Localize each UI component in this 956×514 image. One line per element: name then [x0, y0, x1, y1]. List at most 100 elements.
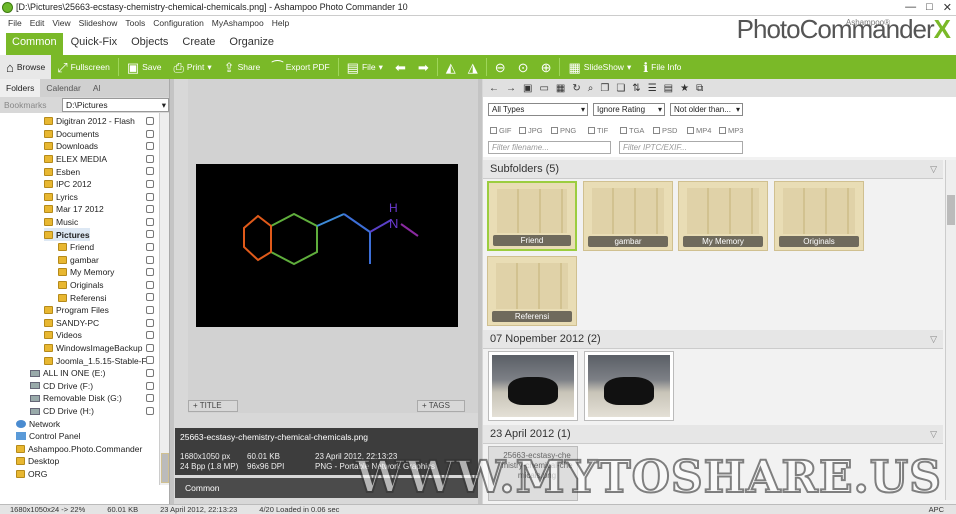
- refresh-icon[interactable]: ↻: [572, 83, 580, 94]
- menu-configuration[interactable]: Configuration: [153, 16, 204, 30]
- photo-thumbnail[interactable]: [584, 351, 674, 421]
- tree-item[interactable]: Removable Disk (G:): [30, 392, 122, 405]
- type-filter-select[interactable]: All Types: [488, 103, 588, 116]
- rating-filter-select[interactable]: Ignore Rating: [593, 103, 665, 116]
- tree-item[interactable]: gambar: [58, 254, 99, 267]
- thumbnail-icon[interactable]: ▭: [539, 83, 548, 94]
- tab-folders[interactable]: Folders: [0, 79, 41, 97]
- search-icon[interactable]: ⌕: [588, 83, 594, 94]
- fullscreen-button[interactable]: ⤢ Fullscreen: [51, 55, 116, 79]
- subfolder-originals[interactable]: Originals: [774, 181, 864, 251]
- tree-checkbox[interactable]: [146, 255, 154, 264]
- format-checkbox-tga[interactable]: TGA: [620, 126, 644, 135]
- tree-checkbox[interactable]: [146, 180, 154, 188]
- tree-item[interactable]: Esben: [44, 165, 80, 178]
- title-tag-button[interactable]: + TITLE: [188, 400, 238, 412]
- menu-tools[interactable]: Tools: [125, 16, 145, 30]
- section-apr-2012[interactable]: 23 April 2012 (1) ▽: [483, 425, 943, 444]
- format-checkbox-mp3[interactable]: MP3: [719, 126, 743, 135]
- section-nov-2012[interactable]: 07 Nopember 2012 (2) ▽: [483, 330, 943, 349]
- subfolder-referensi[interactable]: Referensi: [487, 256, 577, 326]
- menu-myashampoo[interactable]: MyAshampoo: [212, 16, 264, 30]
- slideshow-button[interactable]: ▦ SlideShow ▾: [562, 55, 637, 79]
- export-pdf-button[interactable]: ⁀ Export PDF: [266, 55, 335, 79]
- tree-item[interactable]: CD Drive (F:): [30, 380, 93, 393]
- tree-item[interactable]: Mar 17 2012: [44, 203, 104, 216]
- format-checkbox-mp4[interactable]: MP4: [687, 126, 711, 135]
- tree-scrollbar[interactable]: [159, 113, 169, 485]
- tags-button[interactable]: + TAGS: [417, 400, 465, 412]
- tree-item[interactable]: Desktop: [16, 455, 59, 468]
- browse-button[interactable]: ⌂ Browse: [0, 55, 52, 79]
- tree-item[interactable]: IPC 2012: [44, 178, 91, 191]
- zoom-button[interactable]: ⊙: [512, 55, 535, 79]
- tree-item[interactable]: Music: [44, 216, 78, 229]
- chevron-down-icon[interactable]: ▽: [930, 425, 937, 444]
- details-icon[interactable]: ▤: [664, 83, 673, 94]
- tree-checkbox[interactable]: [146, 192, 154, 201]
- previous-button[interactable]: ⬅: [389, 55, 412, 79]
- browser-scrollbar[interactable]: [945, 160, 956, 500]
- back-icon[interactable]: ←: [489, 83, 499, 94]
- tab-common[interactable]: Common: [6, 33, 63, 55]
- zoom-in-button[interactable]: ⊕: [535, 55, 558, 79]
- tree-item[interactable]: Pictures: [44, 228, 90, 241]
- path-select[interactable]: D:\Pictures: [62, 98, 169, 112]
- tree-item[interactable]: Referensi: [58, 291, 106, 304]
- tree-checkbox[interactable]: [146, 205, 154, 214]
- bookmarks-label[interactable]: Bookmarks: [0, 100, 62, 110]
- tree-item[interactable]: Downloads: [44, 140, 98, 153]
- file-info-button[interactable]: ℹ File Info: [637, 55, 687, 79]
- format-checkbox-jpg[interactable]: JPG: [519, 126, 543, 135]
- favorite-icon[interactable]: ★: [680, 83, 689, 94]
- tab-albums[interactable]: Al: [87, 79, 107, 97]
- menu-edit[interactable]: Edit: [30, 16, 45, 30]
- tree-item[interactable]: ORG: [16, 468, 47, 481]
- tree-item[interactable]: Documents: [44, 128, 99, 141]
- subfolder-friend[interactable]: Friend: [487, 181, 577, 251]
- tree-checkbox[interactable]: [146, 293, 154, 302]
- format-checkbox-psd[interactable]: PSD: [653, 126, 677, 135]
- duplicate-icon[interactable]: ⧉: [696, 83, 703, 94]
- iptc-filter-input[interactable]: Filter IPTC/EXIF...: [619, 141, 743, 154]
- format-checkbox-png[interactable]: PNG: [551, 126, 576, 135]
- tree-checkbox[interactable]: [146, 117, 154, 125]
- tab-objects[interactable]: Objects: [125, 33, 174, 55]
- tree-checkbox[interactable]: [146, 343, 154, 352]
- section-subfolders[interactable]: Subfolders (5) ▽: [483, 160, 943, 179]
- tree-checkbox[interactable]: [146, 356, 154, 365]
- minimize-button[interactable]: —: [905, 1, 916, 14]
- close-button[interactable]: ✕: [943, 1, 952, 14]
- next-button[interactable]: ➡: [412, 55, 435, 79]
- tree-item[interactable]: ALL IN ONE (E:): [30, 367, 106, 380]
- tree-checkbox[interactable]: [146, 369, 154, 377]
- tree-item[interactable]: Program Files: [44, 304, 109, 317]
- subfolder-gambar[interactable]: gambar: [583, 181, 673, 251]
- tree-item[interactable]: Videos: [44, 329, 82, 342]
- tree-item[interactable]: Joomla_1.5.15-Stable-Fu: [44, 354, 151, 367]
- age-filter-select[interactable]: Not older than...: [670, 103, 743, 116]
- flip-button[interactable]: ◭: [440, 55, 462, 79]
- tree-item[interactable]: Control Panel: [16, 430, 81, 443]
- file-button[interactable]: ▤ File ▾: [341, 55, 389, 79]
- tree-item[interactable]: WindowsImageBackup: [44, 342, 142, 355]
- tree-checkbox[interactable]: [146, 381, 154, 390]
- format-checkbox-tif[interactable]: TIF: [588, 126, 608, 135]
- chevron-down-icon[interactable]: ▽: [930, 330, 937, 349]
- chevron-down-icon[interactable]: ▽: [930, 160, 937, 179]
- folder-up-icon[interactable]: ▣: [523, 83, 532, 94]
- menu-view[interactable]: View: [52, 16, 70, 30]
- tree-checkbox[interactable]: [146, 230, 154, 239]
- tree-checkbox[interactable]: [146, 142, 154, 151]
- tree-item[interactable]: Friend: [58, 241, 94, 254]
- tree-checkbox[interactable]: [146, 217, 154, 226]
- tree-item[interactable]: ELEX MEDIA: [44, 153, 107, 166]
- menu-help[interactable]: Help: [272, 16, 289, 30]
- format-checkbox-gif[interactable]: GIF: [490, 126, 512, 135]
- tab-create[interactable]: Create: [176, 33, 221, 55]
- menu-slideshow[interactable]: Slideshow: [79, 16, 118, 30]
- print-button[interactable]: ⎙ Print ▾: [168, 55, 218, 79]
- sort-icon[interactable]: ⇅: [632, 83, 640, 94]
- tree-item[interactable]: CD Drive (H:): [30, 405, 94, 418]
- tree-checkbox[interactable]: [146, 243, 154, 251]
